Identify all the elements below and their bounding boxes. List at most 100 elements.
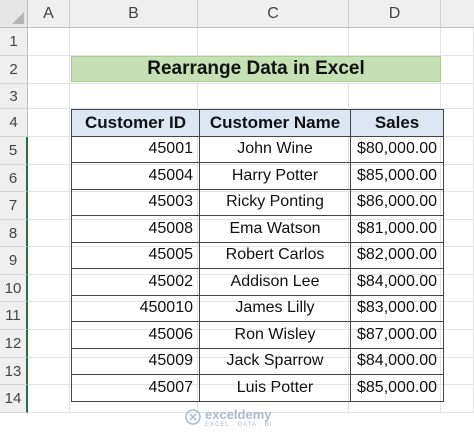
cell-customer-id[interactable]: 45009 — [71, 347, 200, 375]
column-header-e[interactable] — [441, 0, 474, 28]
grid-cell[interactable] — [441, 330, 474, 358]
header-customer-name[interactable]: Customer Name — [199, 109, 351, 137]
row-header-10[interactable]: 10 — [0, 275, 28, 302]
grid-cell[interactable] — [441, 137, 474, 165]
grid-cell[interactable] — [28, 247, 70, 275]
row-header-8[interactable]: 8 — [0, 220, 28, 247]
grid-cell[interactable] — [441, 165, 474, 192]
cell-customer-name[interactable]: Luis Potter — [199, 374, 351, 402]
cell-sales[interactable]: $82,000.00 — [349, 241, 445, 269]
table-row: 450010 James Lilly $83,000.00 — [71, 294, 445, 322]
table-row: 45004 Harry Potter $85,000.00 — [71, 162, 445, 190]
table-row: 45007 Luis Potter $85,000.00 — [71, 374, 445, 402]
watermark-tagline: EXCEL · DATA · BI — [205, 422, 273, 428]
column-header-b[interactable]: B — [70, 0, 198, 28]
cell-customer-name[interactable]: Ron Wisley — [199, 321, 351, 349]
cell-sales[interactable]: $84,000.00 — [349, 268, 445, 296]
grid-cell[interactable] — [441, 109, 474, 137]
grid-cell[interactable] — [28, 220, 70, 247]
grid-cell[interactable] — [28, 330, 70, 358]
cell-sales[interactable]: $87,000.00 — [349, 321, 445, 349]
grid-cell[interactable] — [441, 358, 474, 385]
table-header-row: Customer ID Customer Name Sales — [71, 109, 445, 137]
select-all-corner[interactable] — [0, 0, 28, 28]
row-header-1[interactable]: 1 — [0, 28, 28, 56]
grid-cell[interactable] — [28, 28, 70, 56]
cell-customer-id[interactable]: 45002 — [71, 268, 200, 296]
grid-cell[interactable] — [28, 302, 70, 330]
cell-customer-name[interactable]: James Lilly — [199, 294, 351, 322]
cell-sales[interactable]: $86,000.00 — [349, 188, 445, 216]
table-row: 45005 Robert Carlos $82,000.00 — [71, 241, 445, 269]
grid-cell[interactable] — [441, 385, 474, 413]
cell-customer-id[interactable]: 450010 — [71, 294, 200, 322]
row-header-6[interactable]: 6 — [0, 165, 28, 192]
grid-cell[interactable] — [28, 109, 70, 137]
cell-sales[interactable]: $84,000.00 — [349, 347, 445, 375]
row-header-9[interactable]: 9 — [0, 247, 28, 275]
cell-sales[interactable]: $83,000.00 — [349, 294, 445, 322]
grid-cell[interactable] — [28, 275, 70, 302]
grid-cell[interactable] — [28, 165, 70, 192]
cell-customer-id[interactable]: 45005 — [71, 241, 200, 269]
column-header-d[interactable]: D — [349, 0, 441, 28]
cell-sales[interactable]: $81,000.00 — [349, 215, 445, 243]
grid-cell[interactable] — [28, 358, 70, 385]
row-header-11[interactable]: 11 — [0, 302, 28, 330]
grid-cell[interactable] — [441, 56, 474, 84]
cell-customer-id[interactable]: 45006 — [71, 321, 200, 349]
grid-cell[interactable] — [441, 220, 474, 247]
table-row: 45003 Ricky Ponting $86,000.00 — [71, 188, 445, 216]
grid-cell[interactable] — [28, 84, 70, 109]
spreadsheet: A B C D 1 2 3 4 5 6 7 8 9 10 11 12 13 14 Rearrange Da… — [0, 0, 474, 438]
row-header-14[interactable]: 14 — [0, 385, 28, 413]
cell-sales[interactable]: $85,000.00 — [349, 374, 445, 402]
row-header-4[interactable]: 4 — [0, 109, 28, 137]
grid-cell[interactable] — [198, 28, 349, 56]
column-header-c[interactable]: C — [198, 0, 349, 28]
grid-cell[interactable] — [349, 28, 441, 56]
cell-sales[interactable]: $80,000.00 — [349, 135, 445, 163]
header-sales[interactable]: Sales — [349, 109, 445, 137]
cell-customer-name[interactable]: John Wine — [199, 135, 351, 163]
row-header-5[interactable]: 5 — [0, 137, 28, 165]
cell-customer-id[interactable]: 45007 — [71, 374, 200, 402]
row-header-13[interactable]: 13 — [0, 358, 28, 385]
cell-customer-name[interactable]: Robert Carlos — [199, 241, 351, 269]
sheet-title[interactable]: Rearrange Data in Excel — [71, 56, 441, 82]
row-header-2[interactable]: 2 — [0, 56, 28, 84]
cell-customer-id[interactable]: 45001 — [71, 135, 200, 163]
grid-cell[interactable] — [441, 192, 474, 220]
watermark-name: exceldemy — [205, 407, 272, 422]
grid-cell[interactable] — [28, 192, 70, 220]
grid-cell[interactable] — [441, 275, 474, 302]
grid-cell[interactable] — [441, 247, 474, 275]
table-row: 45001 John Wine $80,000.00 — [71, 135, 445, 163]
grid-cell[interactable] — [441, 28, 474, 56]
cell-customer-id[interactable]: 45003 — [71, 188, 200, 216]
cell-customer-name[interactable]: Addison Lee — [199, 268, 351, 296]
grid-cell[interactable] — [28, 56, 70, 84]
cell-sales[interactable]: $85,000.00 — [349, 162, 445, 190]
cell-customer-id[interactable]: 45008 — [71, 215, 200, 243]
exceldemy-logo-icon — [185, 409, 201, 425]
data-table: Customer ID Customer Name Sales 45001 Joh… — [71, 109, 445, 402]
grid-cell[interactable] — [28, 385, 70, 413]
row-header-7[interactable]: 7 — [0, 192, 28, 220]
cell-customer-name[interactable]: Ema Watson — [199, 215, 351, 243]
grid-cell[interactable] — [441, 84, 474, 109]
cell-customer-name[interactable]: Ricky Ponting — [199, 188, 351, 216]
grid-cell[interactable] — [28, 137, 70, 165]
grid-cell[interactable] — [198, 84, 349, 109]
row-header-12[interactable]: 12 — [0, 330, 28, 358]
cell-customer-name[interactable]: Harry Potter — [199, 162, 351, 190]
cell-customer-id[interactable]: 45004 — [71, 162, 200, 190]
grid-cell[interactable] — [70, 84, 198, 109]
grid-cell[interactable] — [441, 302, 474, 330]
grid-cell[interactable] — [349, 84, 441, 109]
grid-cell[interactable] — [70, 28, 198, 56]
column-header-a[interactable]: A — [28, 0, 70, 28]
row-header-3[interactable]: 3 — [0, 84, 28, 109]
cell-customer-name[interactable]: Jack Sparrow — [199, 347, 351, 375]
header-customer-id[interactable]: Customer ID — [71, 109, 200, 137]
